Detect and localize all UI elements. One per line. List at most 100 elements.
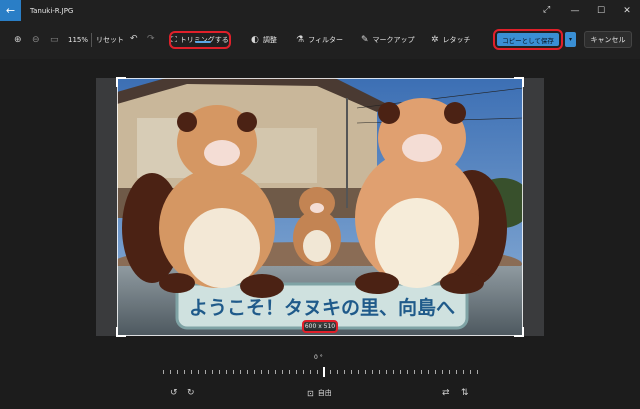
maximize-button[interactable]: ☐: [588, 0, 614, 21]
slider-tick: [400, 370, 402, 374]
fit-screen-icon[interactable]: ▭: [50, 35, 59, 45]
slider-tick: [414, 370, 416, 374]
cropped-out-area-left: [96, 78, 117, 336]
editor-canvas: ようこそ！タヌキの里、向島へ: [0, 59, 640, 349]
slider-tick: [190, 370, 192, 374]
zoom-in-icon[interactable]: ⊕: [14, 35, 22, 45]
divider: [91, 33, 92, 47]
filter-icon: ⚗: [296, 35, 305, 45]
redo-icon[interactable]: ↷: [147, 34, 155, 44]
slider-tick: [344, 370, 346, 374]
rotate-right-icon[interactable]: ↻: [187, 388, 195, 398]
slider-tick: [463, 370, 465, 374]
markup-tab[interactable]: ✎ マークアップ: [361, 21, 415, 59]
filter-tab-label: フィルター: [308, 36, 343, 44]
chevron-down-icon: ▾: [568, 36, 572, 43]
slider-tick: [435, 370, 437, 374]
close-button[interactable]: ✕: [614, 0, 640, 21]
aspect-ratio-button[interactable]: ⊡ 自由: [307, 388, 332, 398]
back-button[interactable]: ←: [0, 0, 21, 21]
active-tab-indicator: [195, 41, 211, 43]
slider-tick: [211, 370, 213, 374]
slider-tick: [407, 370, 409, 374]
slider-tick: [169, 370, 171, 374]
filter-tab[interactable]: ⚗ フィルター: [296, 21, 343, 59]
crop-handle-top-left[interactable]: [116, 77, 126, 87]
slider-tick: [379, 370, 381, 374]
crop-frame[interactable]: [116, 77, 524, 337]
save-copy-button[interactable]: コピーとして保存: [497, 33, 559, 46]
slider-tick: [288, 370, 290, 374]
slider-tick: [316, 370, 318, 374]
slider-tick: [183, 370, 185, 374]
crop-tab-label: トリミングする: [179, 36, 229, 44]
zoom-level: 115%: [68, 36, 89, 44]
crop-handle-bottom-left[interactable]: [116, 327, 126, 337]
slider-tick: [281, 370, 283, 374]
back-arrow-icon: ←: [5, 4, 16, 17]
adjust-tab[interactable]: ◐ 調整: [251, 21, 277, 59]
rotation-angle: 0 °: [314, 354, 323, 361]
slider-tick: [372, 370, 374, 374]
window-controls: — ☐ ✕: [562, 0, 640, 21]
slider-tick: [253, 370, 255, 374]
crop-icon: ⛶: [171, 35, 177, 44]
slider-tick: [365, 370, 367, 374]
slider-tick: [267, 370, 269, 374]
slider-tick: [477, 370, 478, 374]
slider-tick: [358, 370, 360, 374]
slider-tick: [393, 370, 395, 374]
adjust-tab-label: 調整: [262, 36, 277, 44]
flip-horizontal-icon[interactable]: ⇄: [442, 388, 450, 398]
retouch-icon: ✲: [431, 35, 439, 45]
aspect-ratio-label: 自由: [317, 389, 332, 397]
slider-tick: [225, 370, 227, 374]
slider-tick: [176, 370, 178, 374]
slider-tick: [232, 370, 234, 374]
crop-tab[interactable]: ⛶ トリミングする: [169, 31, 231, 49]
slider-tick: [163, 370, 164, 374]
aspect-ratio-icon: ⊡: [307, 388, 314, 398]
slider-tick: [421, 370, 423, 374]
slider-tick: [337, 370, 339, 374]
window-title: Tanuki-R.JPG: [30, 6, 74, 15]
slider-tick: [309, 370, 311, 374]
slider-tick: [442, 370, 444, 374]
slider-tick: [295, 370, 297, 374]
slider-tick: [274, 370, 276, 374]
crop-handle-top-right[interactable]: [514, 77, 524, 87]
expand-icon[interactable]: ⤢: [543, 5, 553, 15]
crop-size-badge: 600 x 510: [302, 320, 338, 333]
undo-icon[interactable]: ↶: [130, 34, 138, 44]
retouch-tab[interactable]: ✲ レタッチ: [431, 21, 471, 59]
rotate-left-icon[interactable]: ↺: [170, 388, 178, 398]
slider-tick: [204, 370, 206, 374]
slider-tick: [470, 370, 472, 374]
minimize-button[interactable]: —: [562, 0, 588, 21]
cropped-out-area-right: [523, 78, 544, 336]
slider-tick: [330, 370, 332, 374]
pen-icon: ✎: [361, 35, 369, 45]
slider-tick: [260, 370, 262, 374]
slider-tick: [246, 370, 248, 374]
save-copy-highlight: コピーとして保存: [493, 29, 563, 50]
slider-tick: [302, 370, 304, 374]
slider-tick: [449, 370, 451, 374]
slider-tick: [456, 370, 458, 374]
slider-thumb[interactable]: [323, 367, 326, 377]
straighten-slider[interactable]: [163, 367, 478, 377]
save-options-dropdown[interactable]: ▾: [565, 32, 576, 47]
slider-tick: [351, 370, 353, 374]
slider-tick: [386, 370, 388, 374]
slider-tick: [197, 370, 199, 374]
slider-tick: [428, 370, 430, 374]
zoom-out-icon[interactable]: ⊖: [32, 35, 40, 45]
slider-tick: [239, 370, 241, 374]
slider-tick: [218, 370, 220, 374]
crop-handle-bottom-right[interactable]: [514, 327, 524, 337]
retouch-tab-label: レタッチ: [442, 36, 471, 44]
edit-toolbar: ⊕ ⊖ ▭ 115% リセット ↶ ↷ ⛶ トリミングする ◐ 調整 ⚗ フィルター…: [0, 21, 640, 59]
flip-vertical-icon[interactable]: ⇅: [461, 388, 469, 398]
reset-button[interactable]: リセット: [96, 21, 124, 59]
cancel-button[interactable]: キャンセル: [584, 31, 632, 48]
